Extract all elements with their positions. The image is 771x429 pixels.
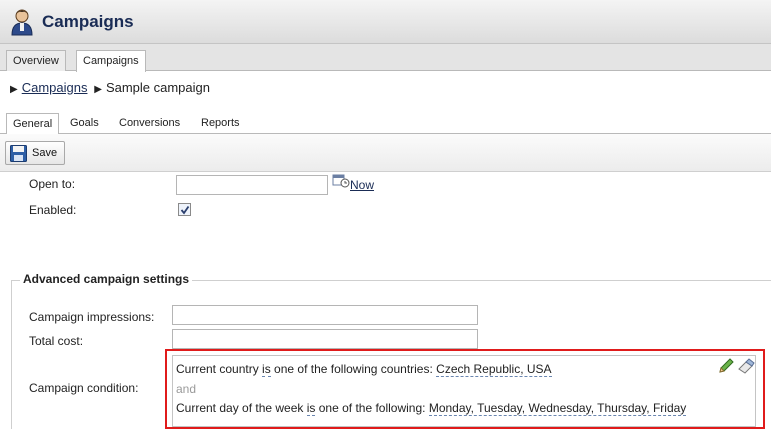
page-header: Campaigns — [0, 0, 771, 44]
condition-label: Campaign condition: — [29, 381, 139, 395]
toolbar: Save — [0, 134, 771, 172]
breadcrumb-campaigns-link[interactable]: Campaigns — [22, 80, 88, 95]
condition-line-weekday: Current day of the week is one of the fo… — [176, 401, 687, 416]
impressions-input[interactable] — [172, 305, 478, 325]
breadcrumb: ▶ Campaigns ▶ Sample campaign — [6, 80, 210, 95]
condition-value-countries[interactable]: Czech Republic, USA — [436, 362, 552, 377]
chevron-right-icon: ▶ — [10, 84, 18, 95]
tab-overview[interactable]: Overview — [6, 50, 66, 71]
open-to-label: Open to: — [29, 177, 76, 191]
impressions-label: Campaign impressions: — [29, 310, 155, 324]
condition-text: one of the following: — [315, 401, 429, 415]
calendar-icon[interactable] — [332, 173, 350, 189]
tab-campaigns[interactable]: Campaigns — [76, 50, 146, 72]
tab-general[interactable]: General — [6, 113, 60, 135]
main-tab-bar: Overview Campaigns — [0, 44, 771, 72]
condition-line-country: Current country is one of the following … — [176, 362, 552, 377]
sub-tab-bar: General Goals Conversions Reports — [0, 110, 771, 135]
chevron-right-icon: ▶ — [91, 84, 102, 95]
floppy-disk-icon — [10, 145, 27, 162]
open-to-input[interactable] — [176, 175, 328, 195]
pencil-icon[interactable] — [717, 357, 735, 375]
advanced-settings-legend: Advanced campaign settings — [20, 272, 193, 286]
tab-reports[interactable]: Reports — [195, 113, 246, 134]
enabled-checkbox[interactable] — [178, 203, 191, 216]
now-link[interactable]: Now — [350, 178, 374, 192]
condition-and: and — [176, 382, 197, 396]
breadcrumb-current: Sample campaign — [105, 80, 210, 95]
page-title: Campaigns — [42, 12, 134, 31]
enabled-label: Enabled: — [29, 203, 77, 217]
eraser-icon[interactable] — [737, 357, 755, 375]
condition-text: one of the following countries: — [270, 362, 437, 376]
save-button[interactable]: Save — [5, 141, 65, 165]
condition-text: Current day of the week — [176, 401, 307, 415]
user-campaign-icon — [11, 9, 33, 36]
condition-text: Current country — [176, 362, 263, 376]
condition-value-weekdays[interactable]: Monday, Tuesday, Wednesday, Thursday, Fr… — [428, 401, 687, 416]
tab-goals[interactable]: Goals — [64, 113, 105, 134]
checkmark-icon — [180, 205, 190, 215]
total-cost-input[interactable] — [172, 329, 478, 349]
condition-operator[interactable]: is — [262, 362, 271, 377]
save-button-label: Save — [32, 147, 58, 159]
tab-conversions[interactable]: Conversions — [113, 113, 186, 134]
total-cost-label: Total cost: — [29, 334, 84, 348]
